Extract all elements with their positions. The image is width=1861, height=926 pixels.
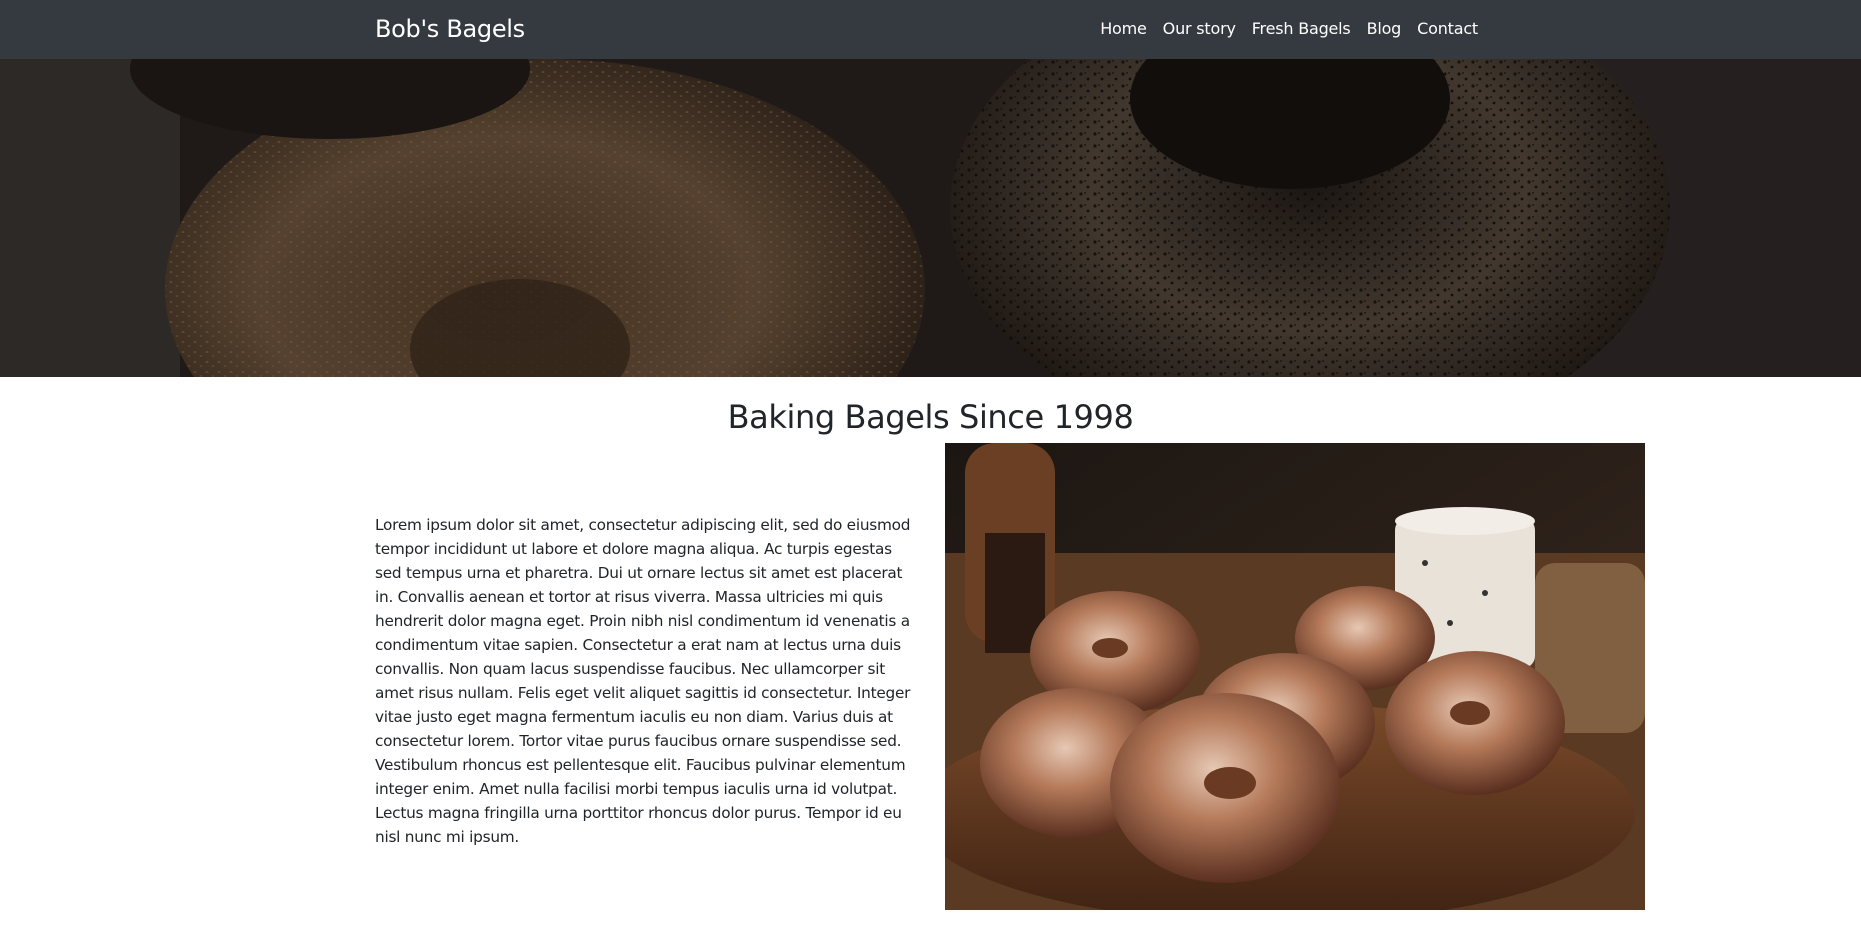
nav-link-contact[interactable]: Contact: [1417, 18, 1478, 40]
donuts-photo: [945, 443, 1645, 910]
nav-links: Home Our story Fresh Bagels Blog Contact: [1100, 18, 1478, 40]
brand-link[interactable]: Bob's Bagels: [375, 14, 525, 44]
hero-image: [0, 59, 1861, 377]
nav-link-home[interactable]: Home: [1100, 18, 1147, 40]
nav-link-our-story[interactable]: Our story: [1163, 18, 1236, 40]
nav-link-blog[interactable]: Blog: [1367, 18, 1402, 40]
hero-bagels-illustration: [0, 59, 1861, 377]
page-headline: Baking Bagels Since 1998: [727, 398, 1134, 436]
story-paragraph: Lorem ipsum dolor sit amet, consectetur …: [375, 516, 911, 846]
donuts-illustration: [945, 443, 1645, 910]
nav-link-fresh-bagels[interactable]: Fresh Bagels: [1252, 18, 1351, 40]
navbar: Bob's Bagels Home Our story Fresh Bagels…: [0, 0, 1861, 59]
